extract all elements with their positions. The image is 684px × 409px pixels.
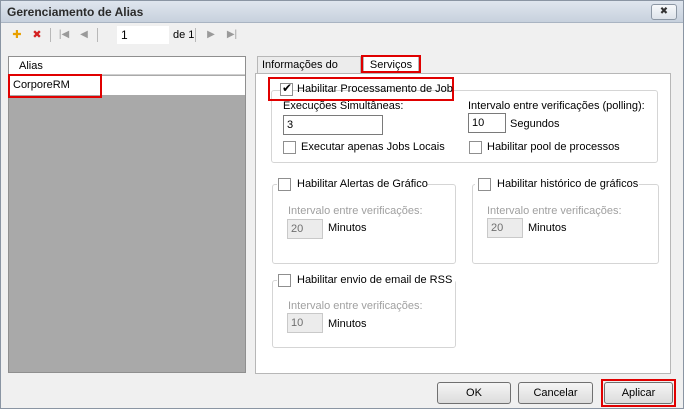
alias-list[interactable]: Alias CorporeRM [8,56,246,373]
process-pool-checkbox[interactable] [469,141,482,154]
close-icon[interactable]: ✖ [651,4,677,20]
chart-alerts-unit-label: Minutos [328,222,367,234]
highlight-services-tab [361,55,421,73]
chart-alerts-label: Habilitar Alertas de Gráfico [297,178,428,190]
chart-history-interval-label: Intervalo entre verificações: [487,205,622,217]
chart-history-label: Habilitar histórico de gráficos [497,178,639,190]
polling-unit-label: Segundos [510,118,560,130]
chart-alerts-checkbox[interactable] [278,178,291,191]
highlight-apply-button [601,379,676,407]
alias-column-header[interactable]: Alias [9,57,245,75]
chart-history-interval-input[interactable]: 20 [487,218,523,238]
chart-history-unit-label: Minutos [528,222,567,234]
last-page-icon[interactable]: ▶| [225,27,239,43]
toolbar-separator [195,28,196,42]
window-title: Gerenciamento de Alias [7,5,144,19]
chart-alerts-interval-label: Intervalo entre verificações: [288,205,423,217]
title-bar: Gerenciamento de Alias ✖ [1,1,683,23]
simultaneous-executions-input[interactable]: 3 [283,115,383,135]
cancel-button[interactable]: Cancelar [518,382,593,404]
previous-page-icon[interactable]: ◀ [77,27,91,43]
chart-history-checkbox[interactable] [478,178,491,191]
toolbar-separator [50,28,51,42]
toolbar-separator [97,28,98,42]
rss-email-unit-label: Minutos [328,318,367,330]
simultaneous-executions-label: Execuções Simultâneas: [283,100,404,112]
job-processing-label: Habilitar Processamento de Job [297,83,453,95]
toolbar: ✚ ✖ |◀ ◀ 1 de 1 ▶ ▶| [7,25,249,45]
page-number-input[interactable]: 1 [117,26,169,44]
page-count-label: de 1 [173,29,195,41]
highlight-alias-row [8,74,102,98]
delete-icon[interactable]: ✖ [29,27,45,43]
ok-button[interactable]: OK [437,382,511,404]
local-jobs-checkbox[interactable] [283,141,296,154]
rss-email-interval-input[interactable]: 10 [287,313,323,333]
process-pool-label: Habilitar pool de processos [487,141,620,153]
rss-email-interval-label: Intervalo entre verificações: [288,300,423,312]
alias-management-window: Gerenciamento de Alias ✖ ✚ ✖ |◀ ◀ 1 de 1… [0,0,684,409]
job-processing-checkbox[interactable] [280,81,293,96]
next-page-icon[interactable]: ▶ [204,27,218,43]
polling-interval-input[interactable]: 10 [468,113,506,133]
rss-email-label: Habilitar envio de email de RSS [297,274,453,286]
rss-email-checkbox[interactable] [278,274,291,287]
local-jobs-label: Executar apenas Jobs Locais [301,141,445,153]
tab-alias-info[interactable]: Informações do Alias [257,56,361,87]
add-icon[interactable]: ✚ [9,27,25,43]
chart-alerts-interval-input[interactable]: 20 [287,219,323,239]
first-page-icon[interactable]: |◀ [57,27,71,43]
polling-interval-label: Intervalo entre verificações (polling): [468,100,645,112]
